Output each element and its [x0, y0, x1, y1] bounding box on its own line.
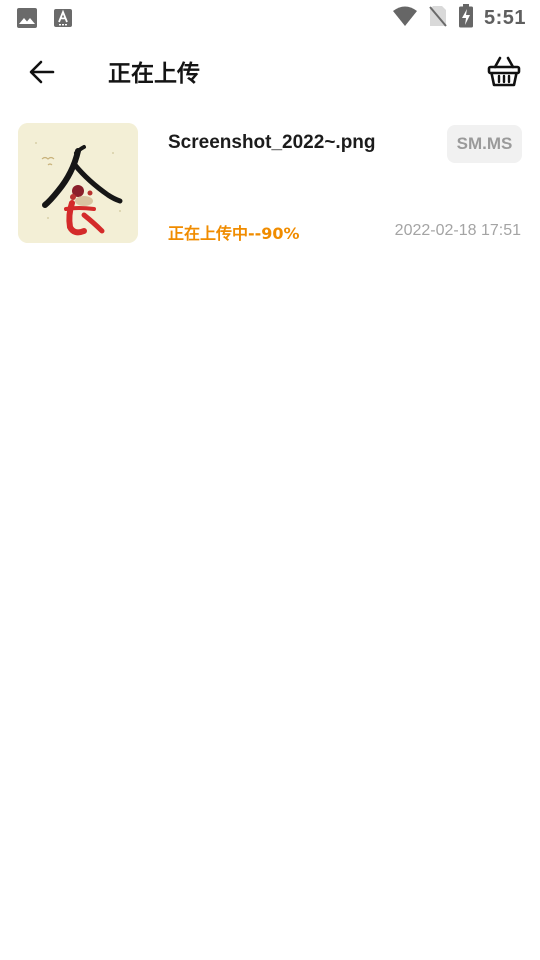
upload-timestamp: 2022-02-18 17:51: [394, 222, 521, 239]
no-sim-icon: [428, 4, 448, 32]
page-title: 正在上传: [108, 61, 200, 87]
host-badge: SM.MS: [447, 125, 522, 163]
arrow-left-icon: [28, 58, 56, 90]
wifi-icon: [392, 5, 418, 31]
back-button[interactable]: [22, 54, 62, 94]
image-icon: [16, 7, 38, 33]
basket-button[interactable]: [484, 54, 524, 94]
toolbar: 正在上传: [0, 40, 540, 108]
image-thumbnail[interactable]: [18, 123, 138, 243]
status-bar: 5:51: [0, 0, 540, 36]
basket-icon: [487, 56, 521, 92]
file-name: Screenshot_2022~.png: [168, 132, 376, 153]
upload-list-item[interactable]: Screenshot_2022~.png SM.MS 正在上传中--90% 20…: [0, 116, 540, 250]
text-a-icon: [54, 7, 72, 33]
battery-charging-icon: [458, 4, 474, 32]
status-bar-left: [16, 7, 72, 33]
status-time: 5:51: [483, 6, 526, 29]
upload-status-text: 正在上传中--90%: [168, 224, 300, 243]
status-bar-right: 5:51: [392, 4, 526, 32]
